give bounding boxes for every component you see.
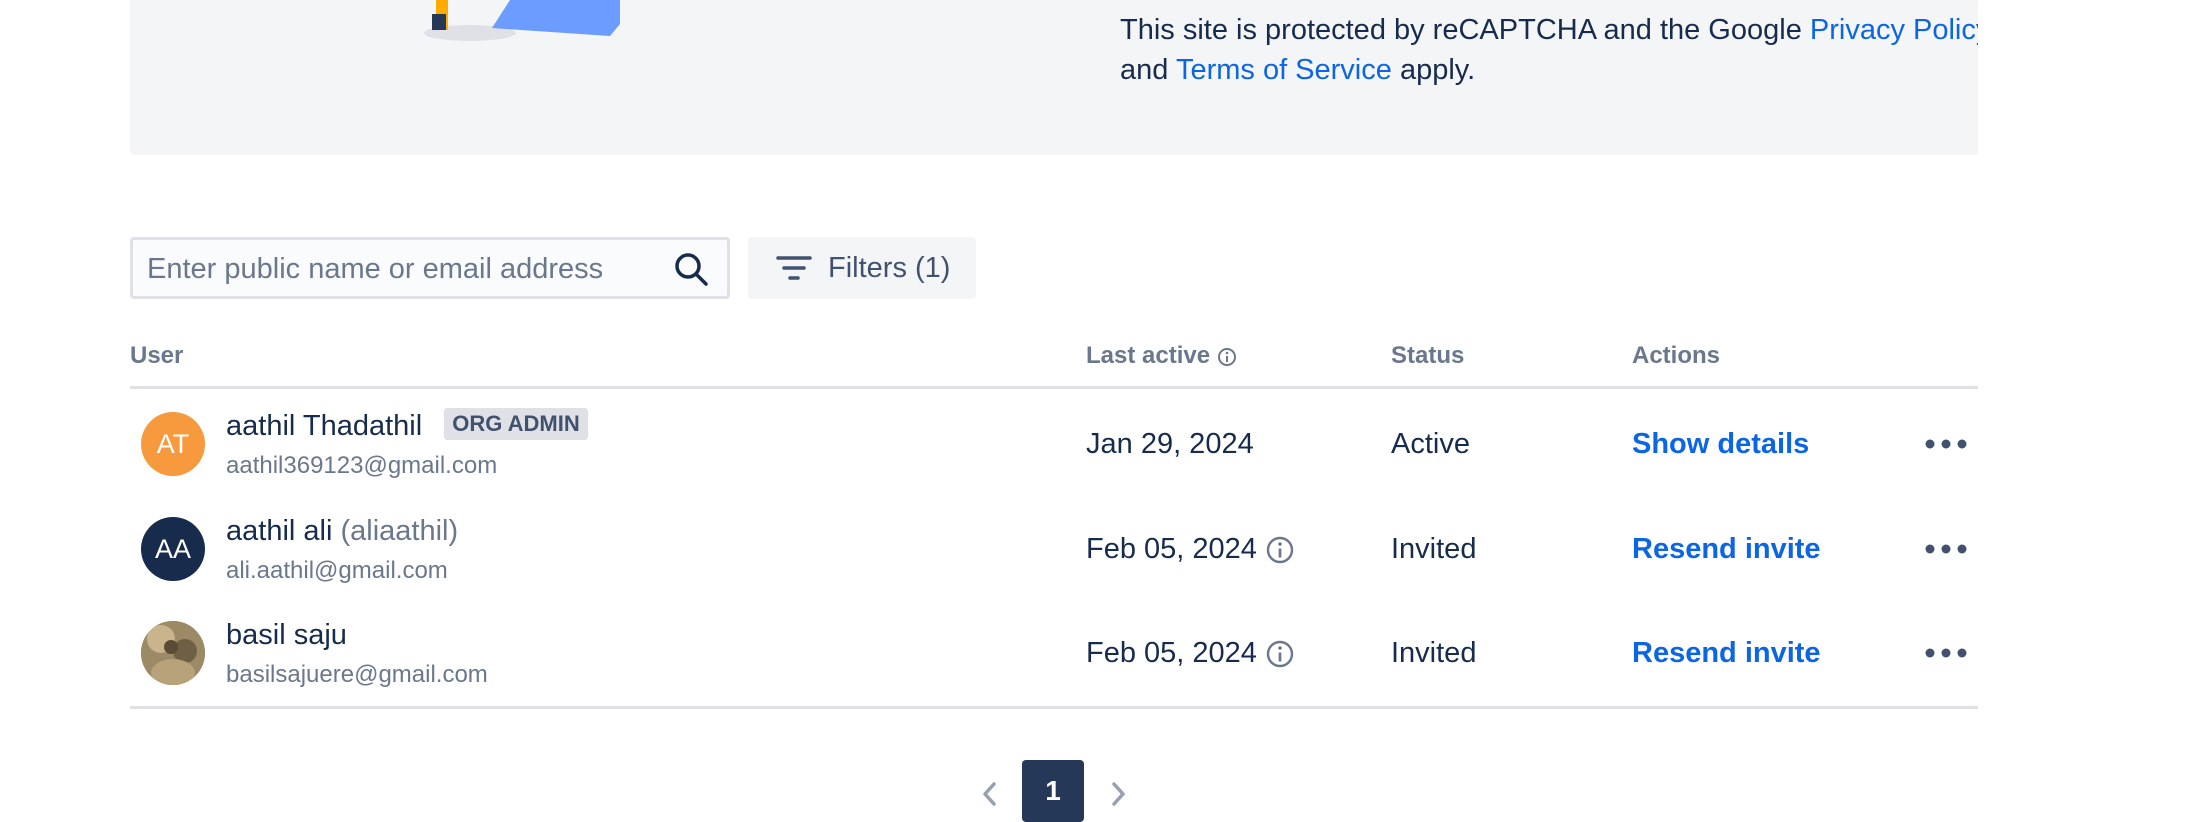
recaptcha-notice: This site is protected by reCAPTCHA and … xyxy=(1120,10,1978,90)
more-options-icon[interactable] xyxy=(1924,432,1968,456)
user-name-text: aathil Thadathil xyxy=(226,410,423,442)
user-name: basil saju xyxy=(226,619,347,651)
more-options-icon[interactable] xyxy=(1924,537,1968,561)
pagination: 1 xyxy=(0,760,2186,822)
avatar: AT xyxy=(141,412,205,476)
column-header-last-active-label: Last active xyxy=(1086,342,1211,369)
last-active-date: Jan 29, 2024 xyxy=(1086,428,1254,460)
user-search-box xyxy=(130,237,730,299)
privacy-policy-link[interactable]: Privacy Policy xyxy=(1810,14,1978,46)
user-email: aathil369123@gmail.com xyxy=(226,452,498,479)
status-text: Active xyxy=(1391,428,1470,460)
terms-of-service-link[interactable]: Terms of Service xyxy=(1176,54,1392,86)
resend-invite-link[interactable]: Resend invite xyxy=(1632,499,1821,599)
org-admin-badge: ORG ADMIN xyxy=(444,408,588,441)
show-details-link[interactable]: Show details xyxy=(1632,394,1809,494)
column-header-last-active[interactable]: Last active xyxy=(1086,342,1237,370)
column-header-user[interactable]: User xyxy=(130,342,183,370)
user-name-text: aathil ali xyxy=(226,515,333,547)
table-header-divider xyxy=(130,386,1978,389)
last-active-date: Feb 05, 2024 xyxy=(1086,603,1295,703)
user-handle: (aliaathil) xyxy=(340,515,459,547)
avatar-photo xyxy=(141,621,205,685)
chevron-left-icon[interactable] xyxy=(978,778,1002,810)
table-row: AT aathil Thadathil ORG ADMIN aathil3691… xyxy=(130,394,1978,494)
page-button-current[interactable]: 1 xyxy=(1022,760,1084,822)
column-header-status[interactable]: Status xyxy=(1391,342,1464,370)
avatar: AA xyxy=(141,517,205,581)
search-input[interactable] xyxy=(145,240,659,298)
user-name: aathil Thadathil ORG ADMIN xyxy=(226,408,588,443)
last-active-date-text: Feb 05, 2024 xyxy=(1086,637,1257,669)
last-active-date: Feb 05, 2024 xyxy=(1086,499,1295,599)
user-email: basilsajuere@gmail.com xyxy=(226,661,488,688)
table-row: AA aathil ali (aliaathil) ali.aathil@gma… xyxy=(130,499,1978,599)
info-icon[interactable] xyxy=(1217,347,1237,367)
user-email: ali.aathil@gmail.com xyxy=(226,557,448,584)
info-icon[interactable] xyxy=(1265,639,1295,669)
notice-text-after: apply. xyxy=(1399,54,1476,86)
notice-text-before: This site is protected by reCAPTCHA and … xyxy=(1120,14,1802,46)
table-footer-divider xyxy=(130,706,1978,709)
resend-invite-link[interactable]: Resend invite xyxy=(1632,603,1821,703)
last-active-date-text: Feb 05, 2024 xyxy=(1086,533,1257,565)
info-icon[interactable] xyxy=(1265,535,1295,565)
avatar xyxy=(141,621,205,685)
filters-label: Filters (1) xyxy=(828,252,951,284)
filter-icon xyxy=(776,256,812,280)
recaptcha-notice-panel: This site is protected by reCAPTCHA and … xyxy=(130,0,1978,155)
search-icon[interactable] xyxy=(673,251,709,287)
user-name: aathil ali (aliaathil) xyxy=(226,515,458,548)
status-text: Invited xyxy=(1391,637,1477,669)
table-row: basil saju basilsajuere@gmail.com Feb 05… xyxy=(130,603,1978,703)
status-text: Invited xyxy=(1391,533,1477,565)
illustration-image xyxy=(424,0,620,41)
more-options-icon[interactable] xyxy=(1924,641,1968,665)
column-header-actions: Actions xyxy=(1632,342,1721,369)
chevron-right-icon[interactable] xyxy=(1106,778,1130,810)
filters-button[interactable]: Filters (1) xyxy=(748,237,976,299)
notice-text-and: and xyxy=(1120,54,1169,86)
